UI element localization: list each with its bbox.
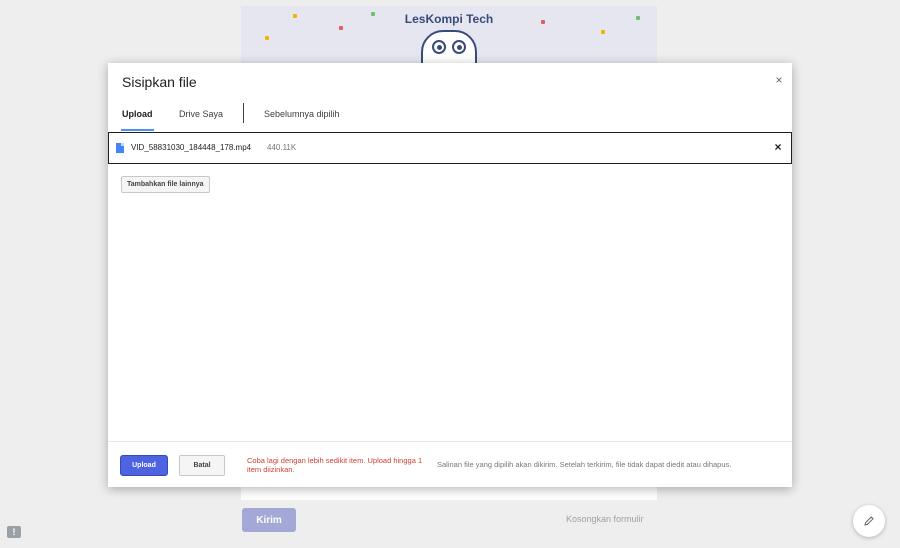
cancel-button[interactable]: Batal xyxy=(179,455,225,476)
active-tab-indicator xyxy=(121,129,154,131)
tab-bar: Upload Drive Saya Sebelumnya dipilih xyxy=(108,101,792,131)
submit-button[interactable]: Kirim xyxy=(242,508,296,532)
close-icon[interactable]: × xyxy=(772,73,786,87)
form-card xyxy=(241,486,657,500)
upload-button[interactable]: Upload xyxy=(120,455,168,476)
dialog-footer: Upload Batal Coba lagi dengan lebih sedi… xyxy=(108,441,792,487)
remove-file-icon[interactable]: × xyxy=(771,140,785,154)
pencil-icon xyxy=(864,516,874,526)
tab-upload[interactable]: Upload xyxy=(121,101,154,131)
robot-illustration xyxy=(421,30,477,66)
dialog-title: Sisipkan file xyxy=(122,74,197,90)
upload-note: Salinan file yang dipilih akan dikirim. … xyxy=(437,460,732,469)
tab-previously-selected[interactable]: Sebelumnya dipilih xyxy=(264,101,340,131)
feedback-icon[interactable]: ! xyxy=(7,526,21,538)
tab-divider xyxy=(243,103,244,123)
file-size: 440.11K xyxy=(267,143,297,152)
file-icon xyxy=(116,143,124,153)
tab-drive-saya[interactable]: Drive Saya xyxy=(179,101,223,131)
tab-upload-label: Upload xyxy=(122,109,153,119)
selected-file-row: VID_58831030_184448_178.mp4 440.11K × xyxy=(108,132,792,164)
edit-button[interactable] xyxy=(853,505,885,537)
clear-form-link[interactable]: Kosongkan formulir xyxy=(566,514,644,524)
header-banner: LesKompi Tech xyxy=(241,6,657,66)
tab-drive-saya-label: Drive Saya xyxy=(179,109,224,119)
file-name: VID_58831030_184448_178.mp4 xyxy=(131,143,252,152)
insert-file-dialog: Sisipkan file × Upload Drive Saya Sebelu… xyxy=(108,63,792,487)
error-message: Coba lagi dengan lebih sedikit item. Upl… xyxy=(247,456,423,474)
tab-previously-selected-label: Sebelumnya dipilih xyxy=(264,109,340,119)
banner-brand: LesKompi Tech xyxy=(404,12,494,26)
add-more-files-button[interactable]: Tambahkan file lainnya xyxy=(121,176,210,193)
